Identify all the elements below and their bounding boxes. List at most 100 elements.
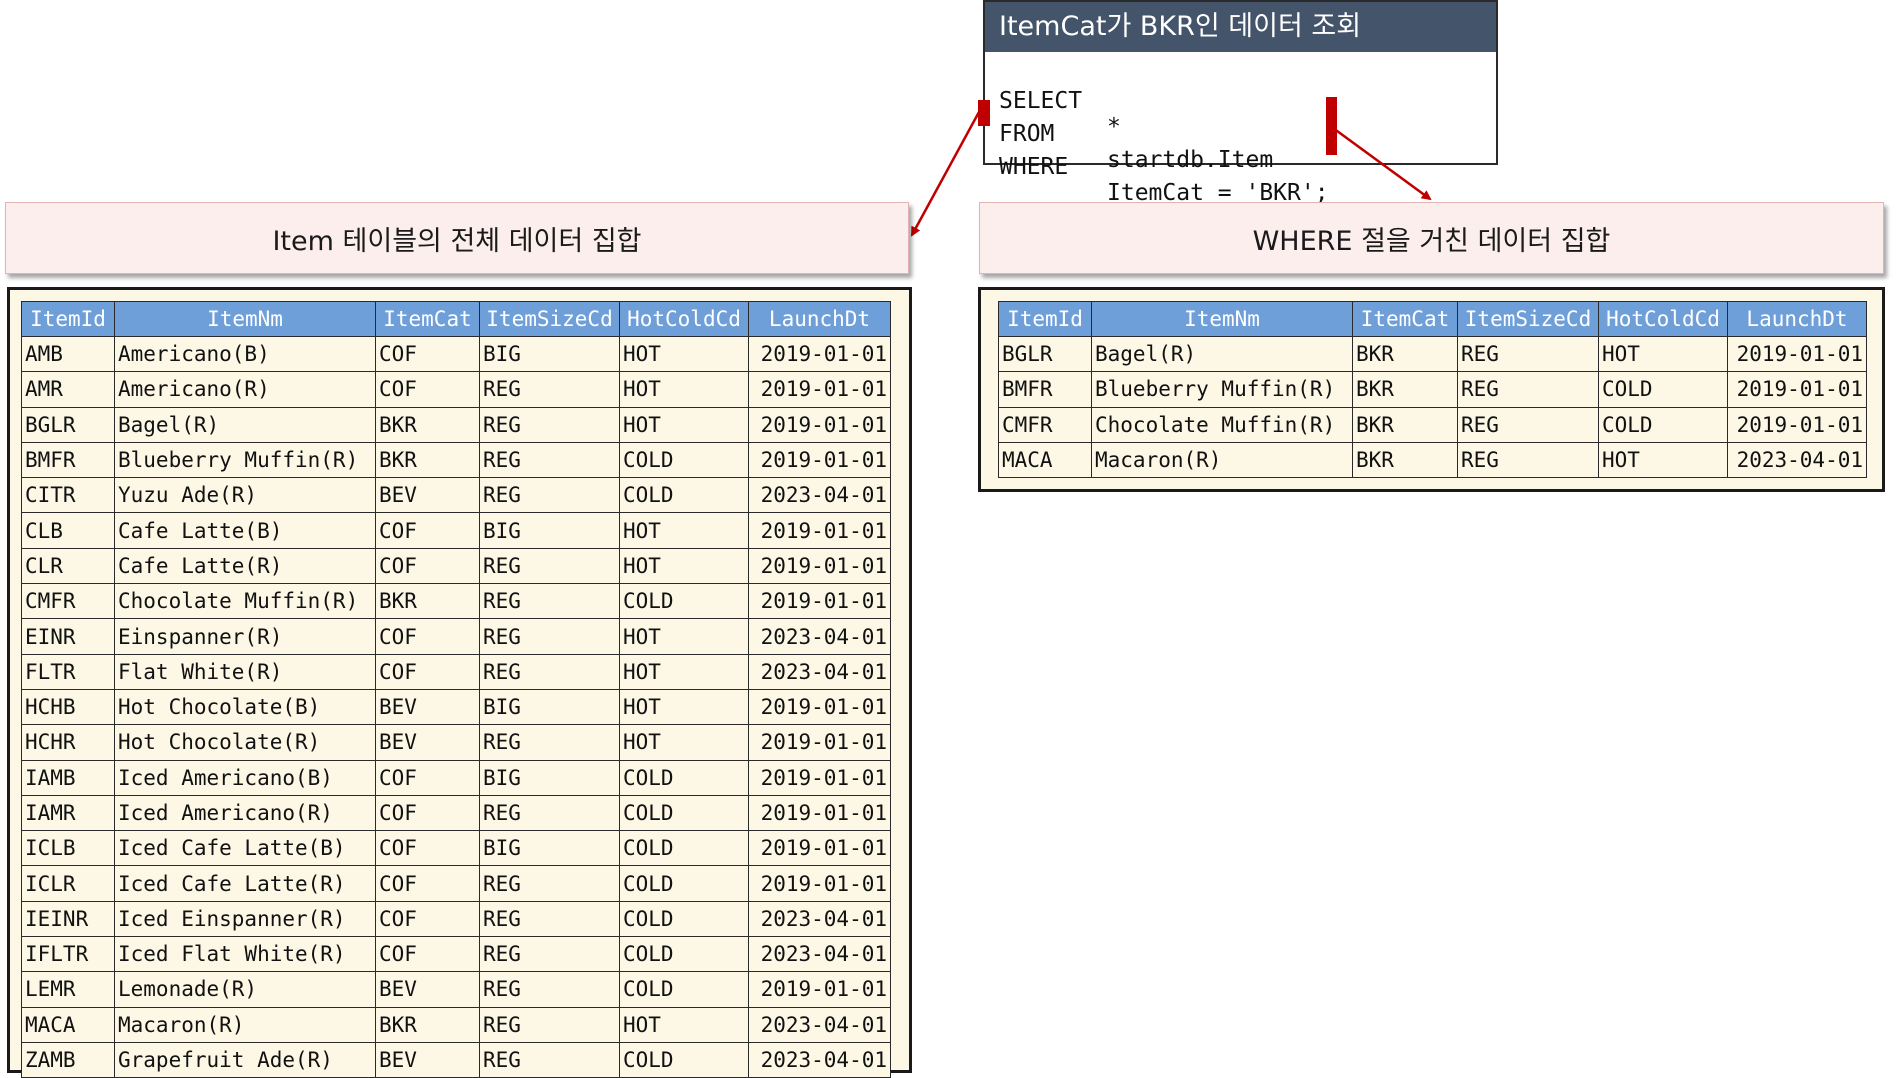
table-cell: BIG bbox=[479, 512, 620, 549]
table-cell: 2023-04-01 bbox=[748, 1006, 891, 1043]
column-header: ItemCat bbox=[375, 301, 480, 337]
table-cell: BIG bbox=[479, 830, 620, 867]
table-cell: 2019-01-01 bbox=[1727, 371, 1867, 408]
table-cell: Cafe Latte(B) bbox=[114, 512, 376, 549]
column-header: ItemSizeCd bbox=[1457, 301, 1599, 337]
table-cell: REG bbox=[479, 618, 620, 655]
table-cell: Lemonade(R) bbox=[114, 971, 376, 1008]
column-header: LaunchDt bbox=[1727, 301, 1867, 337]
table-cell: 2019-01-01 bbox=[748, 406, 891, 443]
table-cell: Cafe Latte(R) bbox=[114, 547, 376, 585]
table-cell: AMR bbox=[21, 371, 115, 408]
table-header-row: ItemId ItemNm ItemCat ItemSizeCd HotColdCd La… bbox=[998, 301, 1867, 337]
table-cell: Americano(B) bbox=[114, 335, 376, 373]
table-cell: HOT bbox=[619, 688, 749, 726]
table-cell: COF bbox=[375, 335, 480, 373]
table-cell: COLD bbox=[619, 477, 749, 514]
table-cell: COLD bbox=[1598, 406, 1728, 443]
table-cell: Iced Americano(R) bbox=[114, 794, 376, 832]
table-cell: REG bbox=[479, 406, 620, 443]
table-cell: IAMR bbox=[21, 794, 115, 832]
table-row: MACA Macaron(R) BKR REG HOT 2023-04-01 bbox=[998, 441, 1867, 479]
table-cell: 2019-01-01 bbox=[748, 371, 891, 408]
table-row: CLR Cafe Latte(R) COF REG HOT 2019-01-01 bbox=[21, 547, 891, 585]
table-cell: HOT bbox=[619, 618, 749, 655]
full-data-header-label: Item 테이블의 전체 데이터 집합 bbox=[272, 225, 642, 257]
table-cell: 2019-01-01 bbox=[748, 547, 891, 585]
table-cell: Iced Americano(B) bbox=[114, 759, 376, 796]
table-cell: Einspanner(R) bbox=[114, 618, 376, 655]
table-cell: Americano(R) bbox=[114, 371, 376, 408]
table-cell: COF bbox=[375, 759, 480, 796]
column-header: HotColdCd bbox=[1598, 301, 1728, 337]
table-cell: BEV bbox=[375, 1041, 480, 1078]
table-cell: BKR bbox=[375, 583, 480, 620]
table-cell: BKR bbox=[1352, 371, 1458, 408]
table-cell: Hot Chocolate(B) bbox=[114, 688, 376, 726]
table-cell: REG bbox=[479, 477, 620, 514]
table-cell: 2023-04-01 bbox=[748, 936, 891, 973]
table-cell: COLD bbox=[619, 971, 749, 1008]
table-cell: Blueberry Muffin(R) bbox=[1091, 371, 1353, 408]
table-cell: COLD bbox=[619, 865, 749, 902]
table-cell: IFLTR bbox=[21, 936, 115, 973]
table-cell: COF bbox=[375, 900, 480, 938]
column-header: ItemNm bbox=[114, 301, 376, 337]
table-cell: BKR bbox=[375, 406, 480, 443]
table-cell: Grapefruit Ade(R) bbox=[114, 1041, 376, 1078]
table-cell: BMFR bbox=[21, 441, 115, 479]
table-cell: HOT bbox=[619, 653, 749, 690]
table-cell: 2019-01-01 bbox=[1727, 406, 1867, 443]
table-cell: 2019-01-01 bbox=[1727, 335, 1867, 373]
table-cell: REG bbox=[1457, 441, 1599, 479]
table-row: ICLR Iced Cafe Latte(R) COF REG COLD 2019-01-… bbox=[21, 865, 891, 902]
table-cell: ICLB bbox=[21, 830, 115, 867]
table-row: BGLR Bagel(R) BKR REG HOT 2019-01-01 bbox=[998, 335, 1867, 373]
table-cell: HOT bbox=[619, 406, 749, 443]
table-cell: Yuzu Ade(R) bbox=[114, 477, 376, 514]
table-cell: REG bbox=[479, 865, 620, 902]
table-cell: BKR bbox=[1352, 406, 1458, 443]
table-cell: REG bbox=[479, 371, 620, 408]
table-cell: COLD bbox=[619, 583, 749, 620]
column-header: ItemNm bbox=[1091, 301, 1353, 337]
table-row: IEINR Iced Einspanner(R) COF REG COLD 2023-04… bbox=[21, 900, 891, 938]
table-cell: FLTR bbox=[21, 653, 115, 690]
table-cell: 2019-01-01 bbox=[748, 512, 891, 549]
table-cell: Flat White(R) bbox=[114, 653, 376, 690]
table-cell: IEINR bbox=[21, 900, 115, 938]
table-row: CMFR Chocolate Muffin(R) BKR REG COLD 2019-01… bbox=[21, 583, 891, 620]
table-cell: BGLR bbox=[998, 335, 1092, 373]
table-cell: 2019-01-01 bbox=[748, 583, 891, 620]
table-cell: MACA bbox=[998, 441, 1092, 479]
table-cell: Hot Chocolate(R) bbox=[114, 724, 376, 761]
table-cell: 2023-04-01 bbox=[748, 900, 891, 938]
table-cell: Blueberry Muffin(R) bbox=[114, 441, 376, 479]
table-cell: Iced Flat White(R) bbox=[114, 936, 376, 973]
table-cell: BGLR bbox=[21, 406, 115, 443]
table-cell: COLD bbox=[619, 441, 749, 479]
table-cell: COLD bbox=[619, 900, 749, 938]
table-cell: REG bbox=[479, 583, 620, 620]
table-cell: BEV bbox=[375, 688, 480, 726]
table-cell: COLD bbox=[619, 936, 749, 973]
table-cell: REG bbox=[1457, 406, 1599, 443]
table-cell: 2019-01-01 bbox=[748, 724, 891, 761]
table-cell: Iced Einspanner(R) bbox=[114, 900, 376, 938]
table-cell: CMFR bbox=[998, 406, 1092, 443]
table-cell: 2023-04-01 bbox=[1727, 441, 1867, 479]
table-cell: IAMB bbox=[21, 759, 115, 796]
table-cell: HOT bbox=[619, 1006, 749, 1043]
filtered-data-header-label: WHERE 절을 거친 데이터 집합 bbox=[1252, 225, 1611, 257]
table-cell: EINR bbox=[21, 618, 115, 655]
table-cell: HOT bbox=[619, 724, 749, 761]
table-row: BMFR Blueberry Muffin(R) BKR REG COLD 2019-01… bbox=[998, 371, 1867, 408]
table-cell: AMB bbox=[21, 335, 115, 373]
column-header: LaunchDt bbox=[748, 301, 891, 337]
table-cell: CLB bbox=[21, 512, 115, 549]
table-row: IFLTR Iced Flat White(R) COF REG COLD 2023-04… bbox=[21, 936, 891, 973]
table-cell: HOT bbox=[1598, 335, 1728, 373]
table-row: CITR Yuzu Ade(R) BEV REG COLD 2023-04-01 bbox=[21, 477, 891, 514]
table-cell: REG bbox=[1457, 371, 1599, 408]
table-cell: COF bbox=[375, 512, 480, 549]
